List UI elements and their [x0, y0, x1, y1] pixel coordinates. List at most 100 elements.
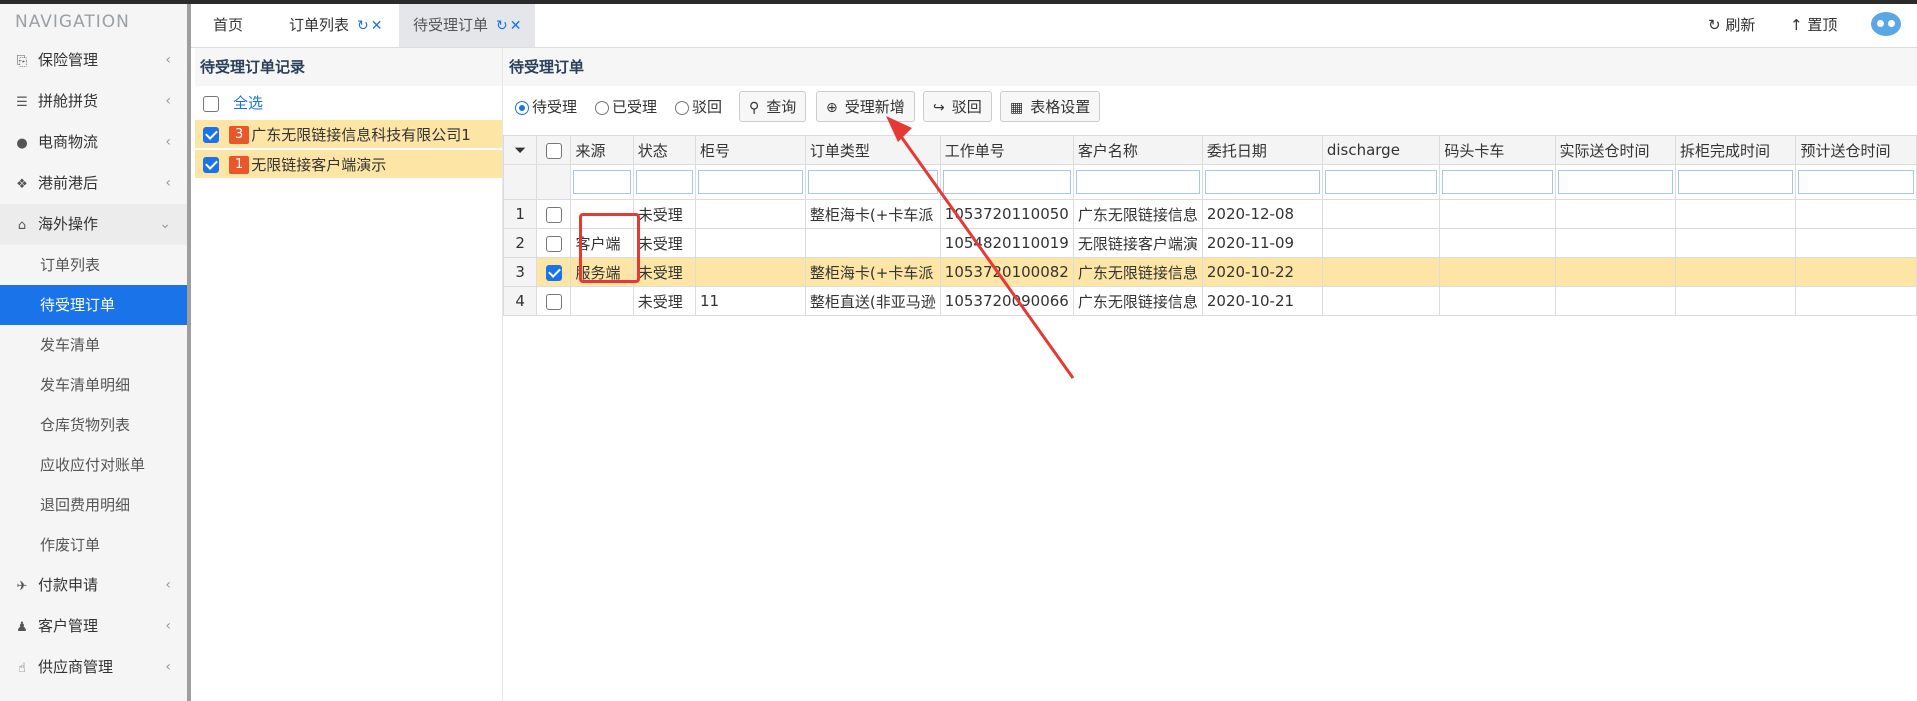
- filter-input[interactable]: [1557, 170, 1673, 194]
- sidebar-item-consolidation[interactable]: ☰ 拼舱拼货 ‹: [0, 81, 187, 122]
- cell-empty: [1321, 257, 1441, 287]
- cell-empty: [1321, 199, 1441, 229]
- sidebar-subitem-dispatch-detail[interactable]: 发车清单明细: [0, 365, 187, 405]
- cell-container: 11: [694, 286, 806, 316]
- column-header[interactable]: 客户名称: [1072, 135, 1203, 165]
- cell-empty: [1321, 286, 1441, 316]
- sidebar-item-label: 海外操作: [38, 215, 99, 233]
- sidebar-item-payment[interactable]: ✈ 付款申请 ‹: [0, 565, 187, 606]
- cell-empty: [1439, 286, 1556, 316]
- refresh-icon[interactable]: ↻: [496, 18, 508, 34]
- row-checkbox-cell[interactable]: [536, 257, 572, 287]
- sidebar-item-overseas[interactable]: ⌂ 海外操作 ⌄: [0, 204, 187, 245]
- record-item[interactable]: 3 广东无限链接信息科技有限公司1: [195, 120, 502, 148]
- sidebar-subitem-pending-orders[interactable]: 待受理订单: [0, 285, 187, 325]
- record-item[interactable]: 1 无限链接客户端演示: [195, 150, 502, 178]
- radio-rejected[interactable]: 驳回: [675, 86, 722, 128]
- radio-dot[interactable]: [515, 100, 529, 115]
- filter-input[interactable]: [1204, 170, 1320, 194]
- sidebar-subitem-warehouse-goods[interactable]: 仓库货物列表: [0, 405, 187, 445]
- row-checkbox-cell[interactable]: [536, 228, 572, 258]
- sidebar-subitem-void-orders[interactable]: 作废订单: [0, 525, 187, 565]
- column-header[interactable]: 工作单号: [939, 135, 1074, 165]
- sidebar-item-insurance[interactable]: ⎘ 保险管理 ‹: [0, 40, 187, 81]
- filter-input[interactable]: [942, 170, 1071, 194]
- select-all-checkbox[interactable]: [203, 95, 219, 112]
- table-settings-button[interactable]: ▦ 表格设置: [1000, 91, 1101, 122]
- row-checkbox[interactable]: [545, 206, 562, 223]
- refresh-button[interactable]: ↻ 刷新: [1708, 4, 1755, 47]
- sidebar: NAVIGATION ⎘ 保险管理 ‹ ☰ 拼舱拼货 ‹ ● 电商物流 ‹ ❖ 港前港后 ‹ ⌂…: [0, 4, 191, 701]
- header-checkbox-cell[interactable]: [536, 135, 572, 165]
- cell-empty: [1795, 286, 1917, 316]
- column-header[interactable]: 码头卡车: [1439, 135, 1556, 165]
- filter-input[interactable]: [1075, 170, 1200, 194]
- sidebar-item-suppliers[interactable]: ☝ 供应商管理 ‹: [0, 647, 187, 688]
- filter-input[interactable]: [1324, 170, 1438, 194]
- column-header[interactable]: 实际送仓时间: [1554, 135, 1677, 165]
- table-row[interactable]: 1 未受理 整柜海卡(+卡车派 1053720110050 广东无限链接信息 2…: [502, 199, 1917, 229]
- tab-pending-orders[interactable]: 待受理订单 ↻ ✕: [399, 4, 536, 47]
- row-checkbox[interactable]: [545, 264, 562, 281]
- record-checkbox[interactable]: [203, 126, 219, 143]
- sidebar-item-customers[interactable]: ♟ 客户管理 ‹: [0, 606, 187, 647]
- header-checkbox[interactable]: [545, 142, 562, 159]
- select-all-label[interactable]: 全选: [233, 94, 263, 112]
- filter-icon[interactable]: ⏷: [502, 135, 538, 165]
- radio-dot[interactable]: [595, 100, 609, 115]
- column-header[interactable]: 拆柜完成时间: [1674, 135, 1797, 165]
- record-name: 无限链接客户端演示: [251, 155, 387, 174]
- sidebar-subitem-refund-detail[interactable]: 退回费用明细: [0, 485, 187, 525]
- table-row[interactable]: 4 未受理 11 整柜直送(非亚马逊 1053720090066 广东无限链接信…: [502, 286, 1917, 316]
- column-header[interactable]: 来源: [570, 135, 634, 165]
- sidebar-subitem-dispatch-list[interactable]: 发车清单: [0, 325, 187, 365]
- record-checkbox[interactable]: [203, 156, 219, 173]
- radio-accepted[interactable]: 已受理: [595, 86, 657, 128]
- row-checkbox-cell[interactable]: [536, 199, 572, 229]
- close-icon[interactable]: ✕: [510, 18, 522, 34]
- query-button[interactable]: ⚲ 查询: [739, 91, 807, 122]
- radio-label: 待受理: [532, 98, 578, 116]
- filter-input[interactable]: [697, 170, 803, 194]
- chevron-left-icon: ‹: [165, 134, 171, 150]
- close-icon[interactable]: ✕: [371, 18, 383, 34]
- tab-home[interactable]: 首页: [199, 4, 257, 47]
- cell-work-no: 1053720110050: [939, 199, 1074, 229]
- column-header[interactable]: 委托日期: [1201, 135, 1323, 165]
- column-header[interactable]: discharge: [1321, 135, 1441, 165]
- refresh-icon[interactable]: ↻: [357, 18, 369, 34]
- row-checkbox[interactable]: [545, 235, 562, 252]
- sidebar-item-ecommerce[interactable]: ● 电商物流 ‹: [0, 122, 187, 163]
- select-all[interactable]: 全选: [195, 86, 502, 120]
- sidebar-subitem-order-list[interactable]: 订单列表: [0, 245, 187, 285]
- avatar[interactable]: [1871, 12, 1901, 36]
- column-header[interactable]: 订单类型: [804, 135, 941, 165]
- column-header[interactable]: 状态: [632, 135, 696, 165]
- filter-cell: [1674, 164, 1797, 200]
- radio-pending[interactable]: 待受理: [515, 86, 577, 128]
- radio-dot[interactable]: [675, 100, 689, 115]
- filter-cell: [1439, 164, 1556, 200]
- panel-title: 待受理订单: [503, 48, 1917, 86]
- row-checkbox-cell[interactable]: [536, 286, 572, 316]
- reject-button[interactable]: ↪ 驳回: [923, 91, 992, 122]
- filter-input[interactable]: [573, 170, 631, 194]
- filter-input[interactable]: [1678, 170, 1794, 194]
- column-header[interactable]: 预计送仓时间: [1795, 135, 1917, 165]
- row-checkbox[interactable]: [545, 293, 562, 310]
- filter-input[interactable]: [1798, 170, 1914, 194]
- sidebar-subitem-statement[interactable]: 应收应付对账单: [0, 445, 187, 485]
- table-row[interactable]: 2 客户端 未受理 1054820110019 无限链接客户端演 2020-11…: [502, 228, 1917, 258]
- filter-input[interactable]: [807, 170, 938, 194]
- accept-new-button[interactable]: ⊕ 受理新增: [816, 91, 915, 122]
- filter-input[interactable]: [1442, 170, 1553, 194]
- table-row[interactable]: 3 服务端 未受理 整柜海卡(+卡车派 1053720100082 广东无限链接…: [502, 257, 1917, 287]
- pin-top-button[interactable]: ↑ 置顶: [1790, 4, 1837, 47]
- tab-order-list[interactable]: 订单列表 ↻ ✕: [275, 4, 396, 47]
- cell-work-no: 1053720090066: [939, 286, 1074, 316]
- thumbs-up-icon: ☝: [18, 661, 26, 676]
- filter-input[interactable]: [635, 170, 693, 194]
- column-header[interactable]: 柜号: [694, 135, 806, 165]
- sidebar-item-port[interactable]: ❖ 港前港后 ‹: [0, 163, 187, 204]
- table-header: ⏷ 来源 状态 柜号 订单类型 工作单号 客户名称 委托日期 discharge…: [502, 135, 1917, 165]
